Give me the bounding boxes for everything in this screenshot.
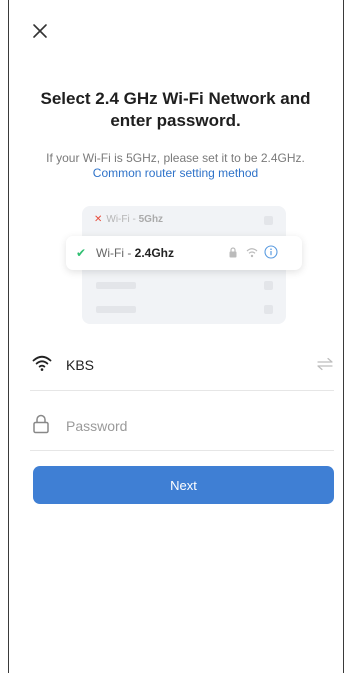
subtitle: If your Wi-Fi is 5GHz, please set it to … <box>46 151 305 165</box>
close-button[interactable] <box>31 22 49 40</box>
lock-small-icon <box>229 247 237 258</box>
cross-icon: ✕ <box>94 214 103 225</box>
lock-icon <box>33 414 49 434</box>
illustration-band-24ghz: 2.4Ghz <box>134 246 175 260</box>
page-title: Select 2.4 GHz Wi-Fi Network and enter p… <box>40 89 311 130</box>
illustration-row-prefix: Wi-Fi - <box>106 214 139 225</box>
password-row <box>30 400 334 451</box>
illustration-placeholder-dot <box>264 216 273 225</box>
wifi-network-name: KBS <box>66 357 95 373</box>
illustration-band-5ghz: 5Ghz <box>138 214 164 225</box>
illustration-row-5ghz: ✕ Wi-Fi - 5Ghz <box>94 214 163 225</box>
illustration-row-24ghz: ✔ Wi-Fi - 2.4Ghz <box>66 236 302 270</box>
password-input[interactable] <box>64 412 298 440</box>
close-icon <box>33 24 47 38</box>
wifi-small-icon <box>246 248 258 258</box>
next-button[interactable]: Next <box>33 466 334 504</box>
info-icon <box>264 245 278 259</box>
wifi-icon <box>32 355 52 371</box>
illustration-placeholder-bar <box>96 282 136 289</box>
illustration-placeholder-dot <box>264 305 273 314</box>
router-setting-link[interactable]: Common router setting method <box>24 166 327 181</box>
swap-network-icon[interactable] <box>316 357 334 371</box>
illustration-row-prefix: Wi-Fi - <box>96 246 135 260</box>
illustration-placeholder-bar <box>96 306 136 313</box>
wifi-network-row[interactable]: KBS <box>30 340 334 391</box>
check-icon: ✔ <box>76 246 87 260</box>
illustration-placeholder-dot <box>264 281 273 290</box>
illustration-row-text: Wi-Fi - 2.4Ghz <box>96 246 174 260</box>
